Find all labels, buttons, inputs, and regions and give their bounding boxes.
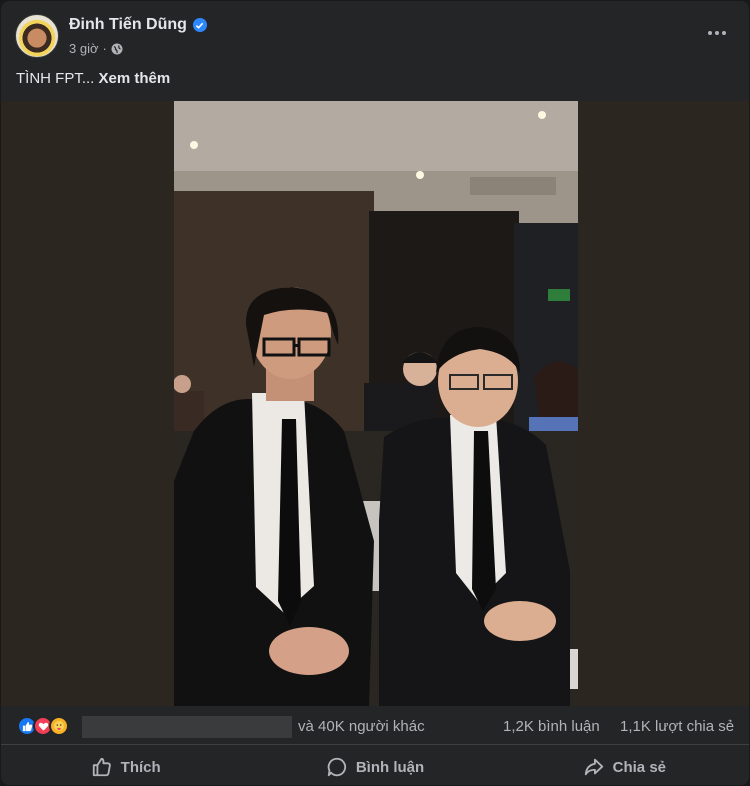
reactions-others-text[interactable]: và 40K người khác [298, 718, 425, 735]
post-header: Đinh Tiến Dũng 3 giờ · [1, 1, 749, 65]
comment-icon [327, 757, 346, 777]
comments-count[interactable]: 1,2K bình luận [503, 718, 600, 735]
author-name[interactable]: Đinh Tiến Dũng [69, 16, 187, 34]
reactions-bar: và 40K người khác 1,2K bình luận 1,1K lư… [1, 707, 749, 745]
caption-text: TÌNH FPT... [16, 70, 95, 87]
globe-icon [111, 43, 123, 55]
post-caption: TÌNH FPT... Xem thêm [16, 70, 170, 87]
comment-button[interactable]: Bình luận [250, 747, 499, 785]
comment-button-label: Bình luận [355, 758, 425, 776]
post-time[interactable]: 3 giờ [69, 41, 99, 56]
care-icon [49, 716, 69, 736]
more-options-button[interactable] [699, 19, 735, 47]
shares-count[interactable]: 1,1K lượt chia sẻ [620, 718, 734, 735]
author-name-row: Đinh Tiến Dũng [69, 16, 207, 34]
more-dot-icon [708, 31, 712, 35]
like-button[interactable]: Thích [1, 747, 250, 785]
more-dot-icon [715, 31, 719, 35]
more-dot-icon [722, 31, 726, 35]
share-button-label: Chia sẻ [612, 758, 666, 776]
meta-separator: · [102, 41, 107, 56]
like-button-label: Thích [120, 758, 161, 776]
post-card: Đinh Tiến Dũng 3 giờ · TÌNH FPT... Xem t… [1, 1, 749, 785]
reactor-names-blurred[interactable] [82, 716, 292, 738]
verified-badge-icon [192, 18, 207, 32]
post-meta: 3 giờ · [69, 41, 123, 56]
share-button[interactable]: Chia sẻ [500, 747, 749, 785]
post-media [1, 101, 749, 706]
see-more-link[interactable]: Xem thêm [99, 70, 171, 87]
author-avatar[interactable] [15, 14, 59, 58]
reaction-icons[interactable] [17, 716, 69, 736]
thumbs-up-icon [92, 757, 111, 777]
post-photo[interactable] [174, 101, 578, 706]
share-icon [584, 758, 603, 776]
post-actions: Thích Bình luận Chia sẻ [1, 747, 749, 785]
